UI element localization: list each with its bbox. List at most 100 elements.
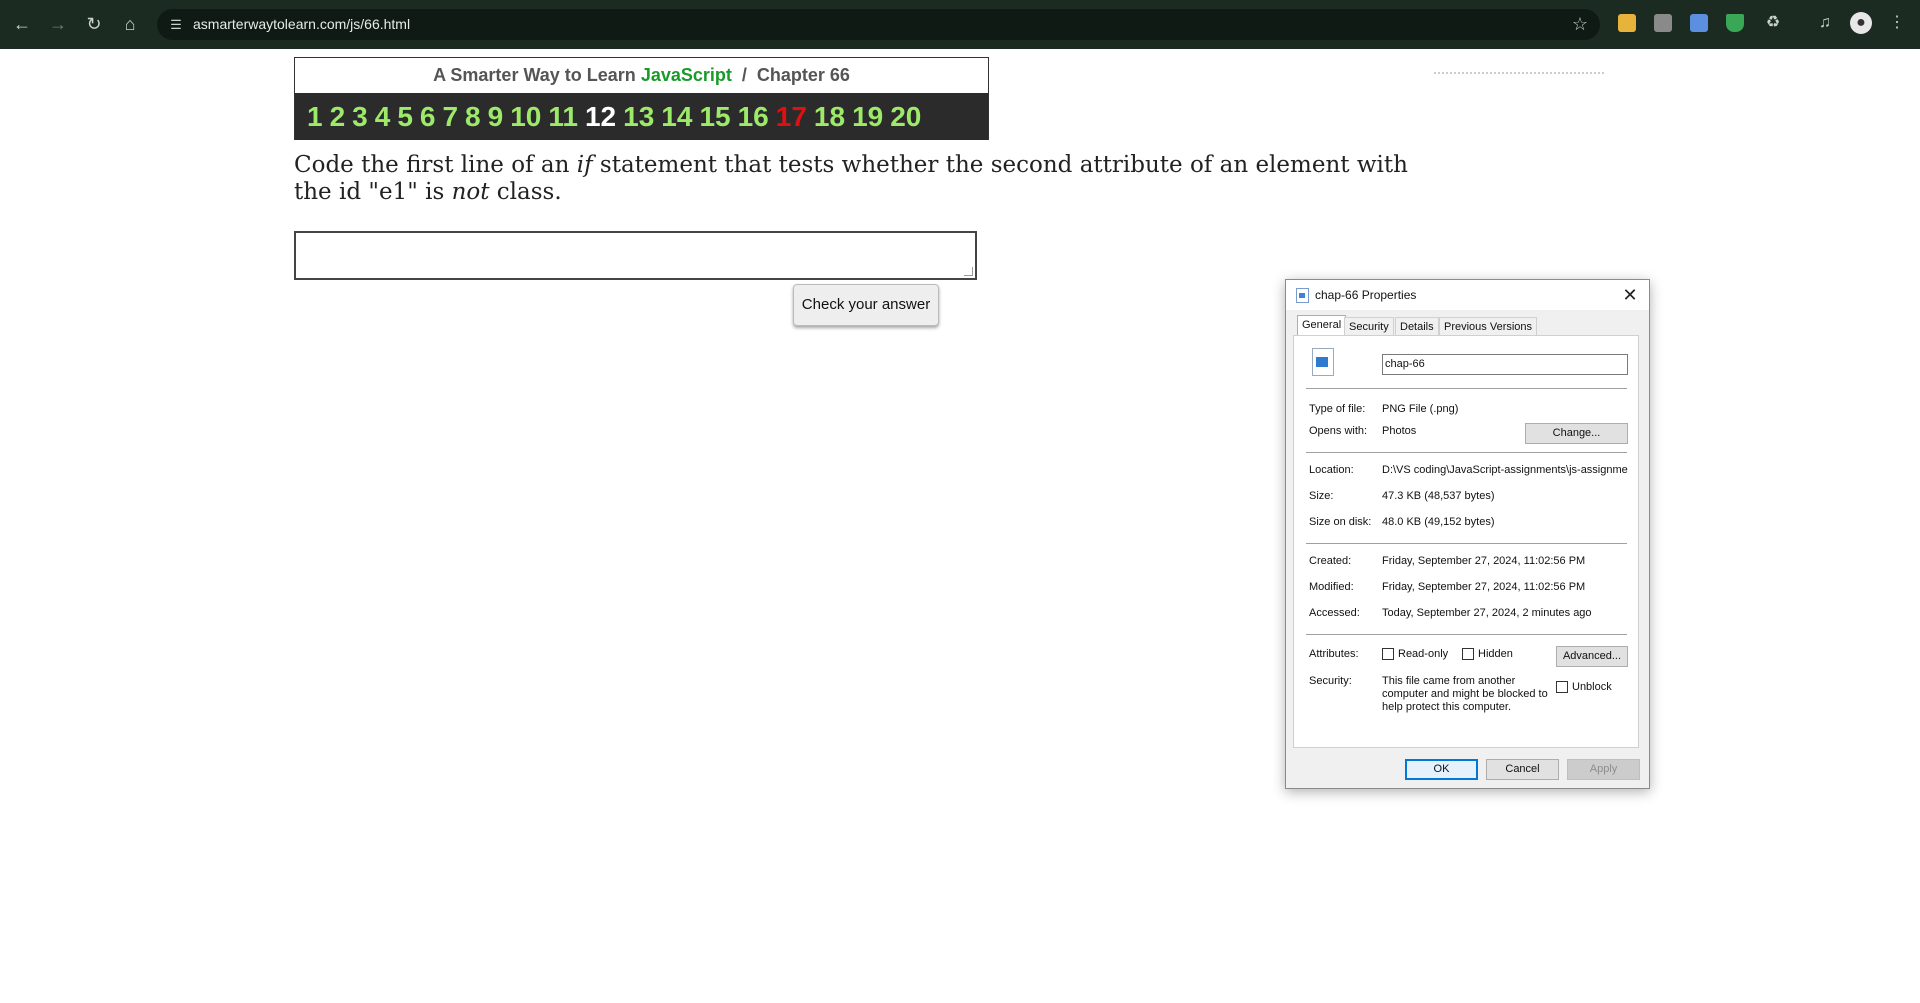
general-panel: chap-66 Type of file: PNG File (.png) Op… <box>1293 335 1639 748</box>
accessed-value: Today, September 27, 2024, 2 minutes ago <box>1382 607 1592 619</box>
extensions-puzzle-icon[interactable]: ♻ <box>1762 12 1784 34</box>
image-file-icon <box>1312 348 1334 376</box>
question-not: not <box>451 179 490 205</box>
type-value: PNG File (.png) <box>1382 403 1459 415</box>
size-value: 47.3 KB (48,537 bytes) <box>1382 490 1495 502</box>
cancel-button[interactable]: Cancel <box>1486 759 1559 780</box>
chapter-link-6[interactable]: 6 <box>420 101 436 133</box>
security-line-3: help protect this computer. <box>1382 701 1512 713</box>
dialog-title: chap-66 Properties <box>1315 288 1417 302</box>
chapter-link-2[interactable]: 2 <box>330 101 346 133</box>
created-value: Friday, September 27, 2024, 11:02:56 PM <box>1382 555 1586 567</box>
media-control-icon[interactable]: ♫ <box>1814 12 1836 34</box>
url-text[interactable]: asmarterwaytolearn.com/js/66.html <box>193 9 410 40</box>
ok-button[interactable]: OK <box>1405 759 1478 780</box>
bookmark-star-icon[interactable]: ☆ <box>1570 14 1590 34</box>
chapter-link-3[interactable]: 3 <box>352 101 368 133</box>
size-on-disk-value: 48.0 KB (49,152 bytes) <box>1382 516 1495 528</box>
security-line-1: This file came from another <box>1382 675 1516 687</box>
separator <box>1306 634 1627 635</box>
separator <box>1306 452 1627 453</box>
separator <box>1306 543 1627 544</box>
chapter-link-14[interactable]: 14 <box>661 101 692 133</box>
readonly-checkbox[interactable] <box>1382 648 1394 660</box>
home-icon[interactable]: ⌂ <box>118 12 142 36</box>
resize-grip[interactable] <box>964 267 973 276</box>
chapter-link-12[interactable]: 12 <box>585 101 616 133</box>
question-part-1: Code the first line of an <box>294 152 577 178</box>
reload-icon[interactable]: ↻ <box>82 12 106 36</box>
modified-label: Modified: <box>1309 581 1354 593</box>
location-label: Location: <box>1309 464 1354 476</box>
answer-textarea[interactable] <box>294 231 977 280</box>
security-line-2: computer and might be blocked to <box>1382 688 1548 700</box>
apply-button: Apply <box>1567 759 1640 780</box>
png-file-icon <box>1296 288 1309 303</box>
accessed-label: Accessed: <box>1309 607 1360 619</box>
created-label: Created: <box>1309 555 1352 567</box>
close-icon[interactable]: ✕ <box>1619 284 1641 306</box>
chapter-link-13[interactable]: 13 <box>623 101 654 133</box>
separator <box>1306 388 1627 389</box>
question-text: Code the first line of an if statement t… <box>294 152 1444 206</box>
chapter-link-8[interactable]: 8 <box>465 101 481 133</box>
chapter-link-5[interactable]: 5 <box>397 101 413 133</box>
chapter-header: A Smarter Way to Learn JavaScript / Chap… <box>294 57 989 140</box>
attributes-label: Attributes: <box>1309 648 1359 660</box>
browser-toolbar: ← → ↻ ⌂ ☰ asmarterwaytolearn.com/js/66.h… <box>0 0 1920 49</box>
chapter-link-7[interactable]: 7 <box>442 101 458 133</box>
site-info-icon[interactable]: ☰ <box>167 16 185 34</box>
location-value: D:\VS coding\JavaScript-assignments\js-a… <box>1382 464 1628 476</box>
tab-security[interactable]: Security <box>1344 317 1394 335</box>
unblock-checkbox[interactable] <box>1556 681 1568 693</box>
back-icon[interactable]: ← <box>10 12 34 36</box>
chapter-link-4[interactable]: 4 <box>375 101 391 133</box>
question-part-3: class. <box>489 179 562 205</box>
chapter-nav: 1 2 3 4 5 6 7 8 9 10 11 12 13 14 15 16 17 18 19 20 <box>295 93 988 140</box>
chapter-link-17[interactable]: 17 <box>776 101 807 133</box>
hidden-checkbox[interactable] <box>1462 648 1474 660</box>
header-javascript: JavaScript <box>640 65 732 85</box>
shield-extension-icon[interactable] <box>1726 14 1744 32</box>
chapter-link-10[interactable]: 10 <box>510 101 541 133</box>
type-label: Type of file: <box>1309 403 1366 415</box>
profile-avatar[interactable]: ● <box>1850 12 1872 34</box>
chapter-link-1[interactable]: 1 <box>307 101 323 133</box>
chapter-link-18[interactable]: 18 <box>814 101 845 133</box>
hidden-label[interactable]: Hidden <box>1478 648 1513 660</box>
size-label: Size: <box>1309 490 1334 502</box>
security-label: Security: <box>1309 675 1352 687</box>
properties-dialog: chap-66 Properties ✕ General Security De… <box>1285 279 1650 789</box>
tab-previous-versions[interactable]: Previous Versions <box>1439 317 1538 335</box>
chapter-link-11[interactable]: 11 <box>548 101 578 133</box>
forward-icon[interactable]: → <box>46 12 70 36</box>
advanced-button[interactable]: Advanced... <box>1556 646 1628 667</box>
extension-icon-1[interactable] <box>1618 14 1636 32</box>
opens-label: Opens with: <box>1309 425 1368 437</box>
chapter-link-15[interactable]: 15 <box>699 101 730 133</box>
chapter-link-9[interactable]: 9 <box>488 101 504 133</box>
address-bar[interactable]: ☰ asmarterwaytolearn.com/js/66.html ☆ <box>157 9 1600 40</box>
extension-icon-2[interactable] <box>1654 14 1672 32</box>
menu-kebab-icon[interactable]: ⋮ <box>1886 12 1908 34</box>
check-answer-button[interactable]: Check your answer <box>793 284 939 326</box>
size-on-disk-label: Size on disk: <box>1309 516 1372 528</box>
dotted-divider <box>1434 72 1604 76</box>
header-title: A Smarter Way to Learn JavaScript / Chap… <box>295 58 988 92</box>
tab-details[interactable]: Details <box>1395 317 1439 335</box>
dialog-titlebar[interactable]: chap-66 Properties ✕ <box>1286 280 1649 310</box>
security-message: This file came from another computer and… <box>1382 675 1548 714</box>
readonly-label[interactable]: Read-only <box>1398 648 1448 660</box>
file-name-input[interactable]: chap-66 <box>1382 354 1628 375</box>
chapter-link-19[interactable]: 19 <box>852 101 883 133</box>
question-if: if <box>576 152 593 178</box>
change-button[interactable]: Change... <box>1525 423 1628 444</box>
unblock-label[interactable]: Unblock <box>1572 681 1612 693</box>
modified-value: Friday, September 27, 2024, 11:02:56 PM <box>1382 581 1586 593</box>
header-chapter: / Chapter 66 <box>731 65 850 85</box>
tab-general[interactable]: General <box>1297 315 1347 336</box>
chapter-link-20[interactable]: 20 <box>890 101 921 133</box>
extension-icon-3[interactable] <box>1690 14 1708 32</box>
chapter-link-16[interactable]: 16 <box>738 101 769 133</box>
opens-value: Photos <box>1382 425 1417 437</box>
